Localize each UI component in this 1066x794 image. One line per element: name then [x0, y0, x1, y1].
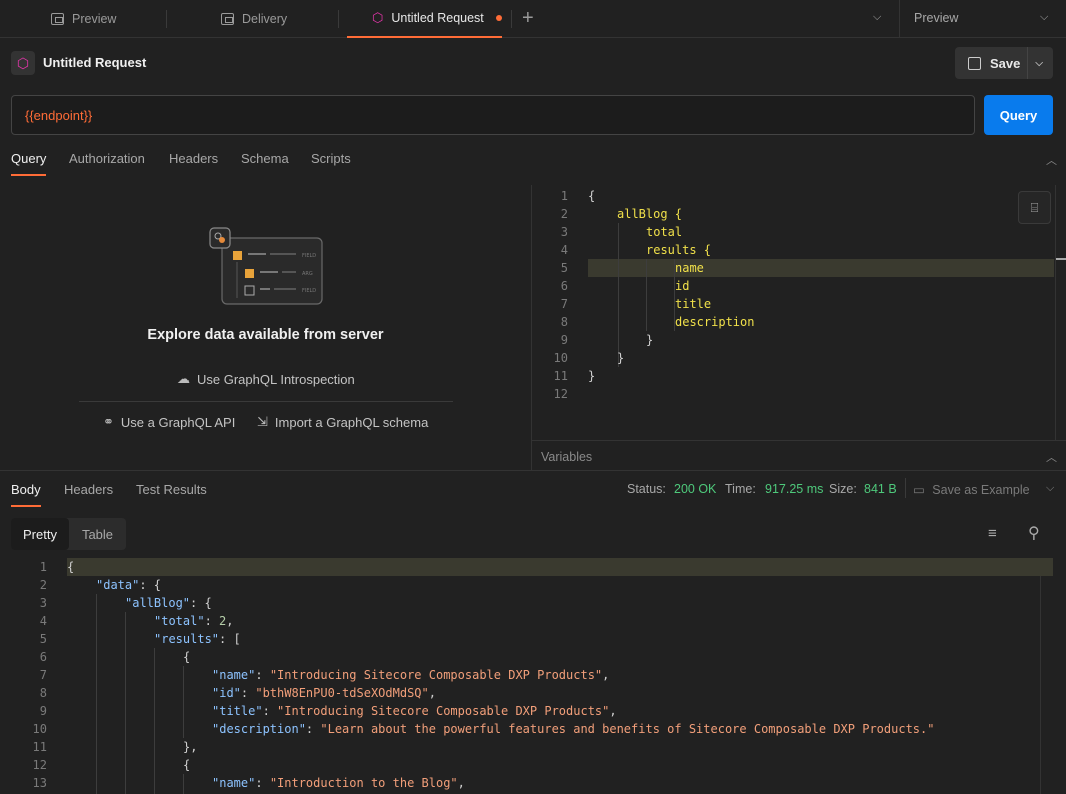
environment-chevron-icon[interactable]: ⌵: [1040, 11, 1048, 24]
json-line: "description": "Learn about the powerful…: [212, 722, 935, 736]
tab-untitled-request[interactable]: ⬡ Untitled Request: [347, 0, 502, 38]
svg-text:FIELD: FIELD: [302, 253, 316, 259]
variables-chevron-icon[interactable]: ︿: [1046, 449, 1057, 465]
save-options-chevron-icon[interactable]: ⌵: [1035, 58, 1043, 69]
schema-illustration: FIELD ARG FIELD: [209, 227, 323, 305]
time-value[interactable]: 917.25 ms: [765, 482, 823, 496]
environment-selector[interactable]: Preview: [914, 11, 958, 25]
size-label: Size:: [829, 482, 857, 496]
query-line: allBlog {: [617, 207, 683, 221]
save-icon: ▭: [913, 483, 925, 497]
svg-text:ARG: ARG: [302, 271, 313, 277]
url-input[interactable]: {{endpoint}}: [11, 95, 975, 135]
view-toggle: Pretty Table: [11, 518, 126, 550]
save-icon: [968, 56, 981, 70]
prettify-icon[interactable]: ⌸: [1018, 191, 1051, 224]
request-icon: [51, 13, 64, 25]
tab-test-results[interactable]: Test Results: [136, 482, 207, 497]
json-line: },: [183, 740, 198, 754]
json-line: {: [67, 560, 75, 574]
save-button[interactable]: Save ⌵: [955, 47, 1053, 79]
query-line: }: [588, 369, 596, 383]
query-line: description: [675, 315, 755, 329]
tab-response-headers[interactable]: Headers: [64, 482, 113, 497]
api-icon: ⚭: [103, 414, 114, 429]
search-icon[interactable]: ⚲: [1028, 523, 1040, 543]
collapse-chevron-icon[interactable]: ︿: [1046, 152, 1057, 168]
query-line: id: [675, 279, 690, 293]
json-line: "id": "bthW8EnPU0-tdSeXOdMdSQ",: [212, 686, 436, 700]
use-introspection-link[interactable]: ☁ Use GraphQL Introspection: [177, 371, 355, 387]
import-schema-link[interactable]: ⇲ Import a GraphQL schema: [257, 414, 428, 430]
query-line: results {: [646, 243, 712, 257]
status-value[interactable]: 200 OK: [674, 482, 716, 496]
tab-schema[interactable]: Schema: [241, 151, 289, 166]
tab-headers[interactable]: Headers: [169, 151, 218, 166]
variables-panel[interactable]: Variables: [531, 440, 1066, 470]
status-label: Status:: [627, 482, 666, 496]
json-line: {: [183, 650, 191, 664]
explore-title: Explore data available from server: [147, 327, 384, 343]
current-line-highlight: [67, 558, 1053, 576]
query-button[interactable]: Query: [984, 95, 1053, 135]
query-line: }: [646, 333, 654, 347]
request-icon: [221, 13, 234, 25]
json-line: "name": "Introducing Sitecore Composable…: [212, 668, 610, 682]
tabs-overflow-chevron-icon[interactable]: ⌵: [873, 11, 881, 24]
graphql-icon: ⬡: [372, 10, 384, 25]
query-line: name: [675, 261, 704, 275]
new-tab-plus-icon[interactable]: +: [522, 7, 534, 30]
query-line: {: [588, 189, 596, 203]
json-line: "data": {: [96, 578, 162, 592]
json-line: {: [183, 758, 191, 772]
tab-authorization[interactable]: Authorization: [69, 151, 145, 166]
graphql-icon: ⬡: [11, 51, 35, 75]
query-line: title: [675, 297, 712, 311]
tab-preview[interactable]: Preview: [51, 0, 116, 38]
json-line: "name": "Introduction to the Blog",: [212, 776, 465, 790]
unsaved-dot: [496, 15, 502, 21]
tab-body[interactable]: Body: [11, 482, 41, 507]
use-graphql-api-link[interactable]: ⚭ Use a GraphQL API: [103, 414, 235, 430]
tab-bar: Preview Delivery ⬡ Untitled Request + ⌵ …: [0, 0, 1066, 38]
json-line: "allBlog": {: [125, 596, 212, 610]
json-line: "title": "Introducing Sitecore Composabl…: [212, 704, 617, 718]
import-icon: ⇲: [257, 414, 268, 429]
editor-scrollbar[interactable]: [1055, 258, 1066, 260]
query-line: }: [617, 351, 625, 365]
tab-scripts[interactable]: Scripts: [311, 151, 351, 166]
view-pretty[interactable]: Pretty: [11, 518, 69, 550]
tab-query[interactable]: Query: [11, 151, 47, 176]
svg-text:FIELD: FIELD: [302, 288, 316, 294]
time-label: Time:: [725, 482, 756, 496]
query-line: total: [646, 225, 683, 239]
response-options-chevron-icon[interactable]: ⌵: [1046, 482, 1054, 495]
view-table[interactable]: Table: [69, 518, 126, 550]
current-line-highlight: [588, 259, 1054, 277]
wrap-lines-icon[interactable]: ≡: [988, 525, 997, 542]
tab-delivery[interactable]: Delivery: [221, 0, 287, 38]
size-value[interactable]: 841 B: [864, 482, 897, 496]
request-title[interactable]: Untitled Request: [43, 55, 146, 70]
query-editor[interactable]: [531, 185, 1066, 440]
cloud-icon: ☁: [177, 371, 190, 386]
save-example-button[interactable]: ▭ Save as Example: [913, 482, 1030, 497]
json-line: "results": [: [154, 632, 241, 646]
json-line: "total": 2,: [154, 614, 234, 628]
